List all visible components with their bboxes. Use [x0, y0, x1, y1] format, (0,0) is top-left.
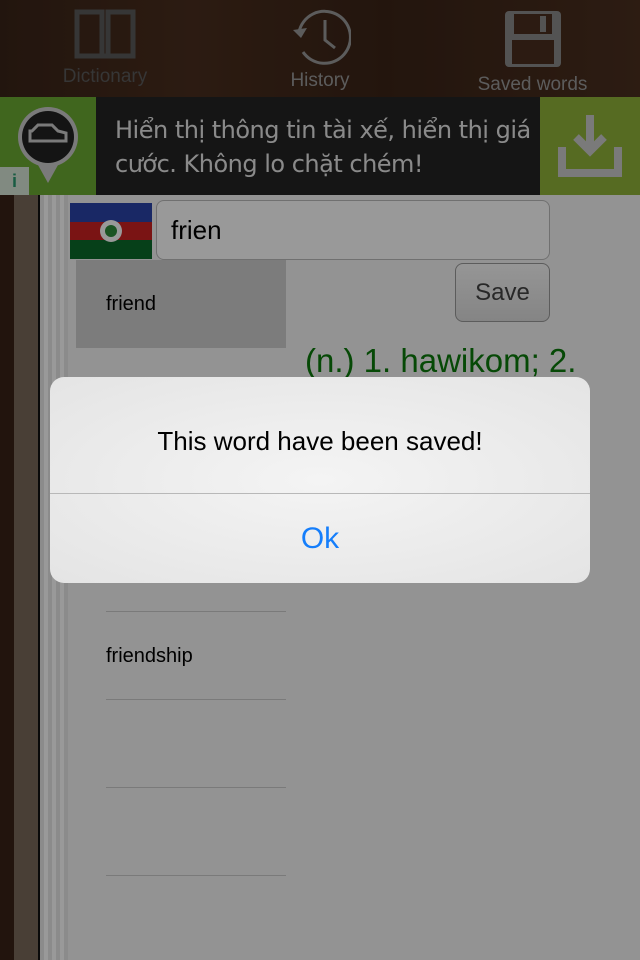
alert-dialog: This word have been saved! Ok — [50, 377, 590, 583]
ok-button[interactable]: Ok — [50, 494, 590, 583]
alert-message: This word have been saved! — [50, 377, 590, 494]
